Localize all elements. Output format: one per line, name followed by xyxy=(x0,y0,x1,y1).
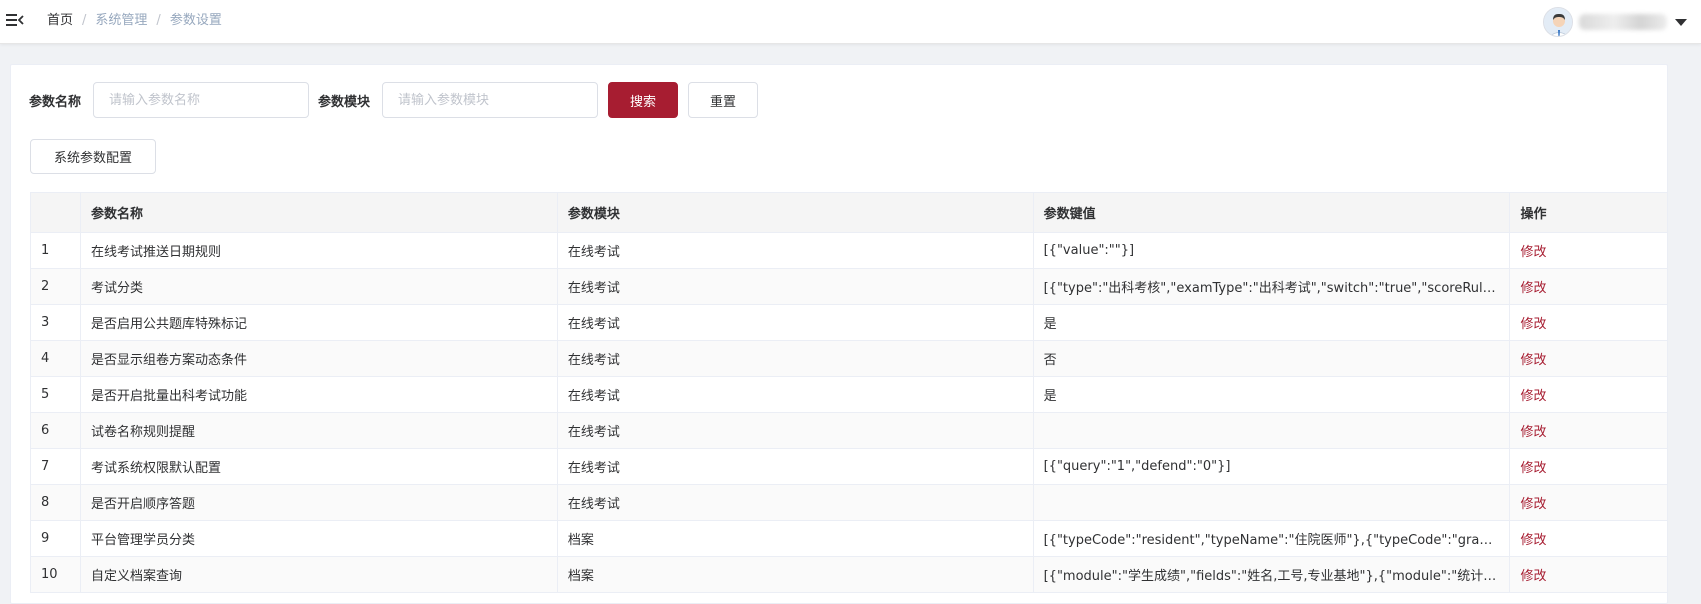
top-navbar: 首页 / 系统管理 / 参数设置 xyxy=(0,0,1701,44)
edit-link[interactable]: 修改 xyxy=(1509,232,1668,269)
param-value-cell xyxy=(1032,484,1511,521)
param-name-cell: 在线考试推送日期规则 xyxy=(80,232,558,269)
breadcrumb: 首页 / 系统管理 / 参数设置 xyxy=(47,12,222,30)
param-module-cell: 在线考试 xyxy=(556,448,1034,485)
table-row: 1 在线考试推送日期规则 在线考试 [{"value":""}] 修改 xyxy=(29,232,1668,269)
column-header-value: 参数键值 xyxy=(1032,192,1511,233)
param-module-input[interactable] xyxy=(382,82,599,118)
table-row: 7 考试系统权限默认配置 在线考试 [{"query":"1","defend"… xyxy=(29,448,1668,485)
edit-link[interactable]: 修改 xyxy=(1509,268,1668,305)
param-name-cell: 是否开启批量出科考试功能 xyxy=(80,376,558,413)
row-index: 9 xyxy=(29,520,82,557)
edit-link[interactable]: 修改 xyxy=(1509,448,1668,485)
breadcrumb-separator: / xyxy=(156,13,161,28)
table-row: 3 是否启用公共题库特殊标记 在线考试 是 修改 xyxy=(29,304,1668,341)
param-module-cell: 在线考试 xyxy=(556,232,1034,269)
param-module-cell: 档案 xyxy=(556,556,1034,593)
edit-link[interactable]: 修改 xyxy=(1509,520,1668,557)
table-row: 8 是否开启顺序答题 在线考试 修改 xyxy=(29,484,1668,521)
search-form: 参数名称 参数模块 搜索 重置 xyxy=(29,82,759,118)
param-name-cell: 试卷名称规则提醒 xyxy=(80,412,558,449)
param-value-cell: 是 xyxy=(1032,376,1511,413)
param-name-cell: 是否开启顺序答题 xyxy=(80,484,558,521)
row-index: 1 xyxy=(29,232,82,269)
param-module-cell: 档案 xyxy=(556,520,1034,557)
edit-link[interactable]: 修改 xyxy=(1509,340,1668,377)
param-value-cell xyxy=(1032,412,1511,449)
param-value-cell: [{"module":"学生成绩","fields":"姓名,工号,专业基地"}… xyxy=(1032,556,1511,593)
param-module-cell: 在线考试 xyxy=(556,412,1034,449)
system-param-config-button[interactable]: 系统参数配置 xyxy=(30,139,156,174)
column-header-module: 参数模块 xyxy=(556,192,1034,233)
param-value-cell: [{"typeCode":"resident","typeName":"住院医师… xyxy=(1032,520,1511,557)
param-module-cell: 在线考试 xyxy=(556,376,1034,413)
table-row: 10 自定义档案查询 档案 [{"module":"学生成绩","fields"… xyxy=(29,556,1668,593)
column-header-index xyxy=(29,192,82,233)
param-name-cell: 考试系统权限默认配置 xyxy=(80,448,558,485)
param-value-cell: [{"type":"出科考核","examType":"出科考试","switc… xyxy=(1032,268,1511,305)
row-index: 2 xyxy=(29,268,82,305)
username-blurred xyxy=(1579,14,1667,30)
edit-link[interactable]: 修改 xyxy=(1509,484,1668,521)
avatar[interactable] xyxy=(1543,7,1573,37)
param-module-cell: 在线考试 xyxy=(556,340,1034,377)
table-row: 4 是否显示组卷方案动态条件 在线考试 否 修改 xyxy=(29,340,1668,377)
table-row: 2 考试分类 在线考试 [{"type":"出科考核","examType":"… xyxy=(29,268,1668,305)
breadcrumb-parameter-settings: 参数设置 xyxy=(169,13,222,28)
param-name-label: 参数名称 xyxy=(29,94,82,110)
menu-toggle-icon[interactable] xyxy=(6,13,24,27)
chevron-down-icon[interactable] xyxy=(1675,18,1687,26)
content-panel: 参数名称 参数模块 搜索 重置 系统参数配置 参数名称 参数模块 参数键值 操作 xyxy=(10,64,1668,604)
table-header-row: 参数名称 参数模块 参数键值 操作 xyxy=(29,192,1668,233)
param-value-cell: 否 xyxy=(1032,340,1511,377)
param-value-cell: 是 xyxy=(1032,304,1511,341)
row-index: 4 xyxy=(29,340,82,377)
row-index: 6 xyxy=(29,412,82,449)
param-name-cell: 是否启用公共题库特殊标记 xyxy=(80,304,558,341)
param-value-cell: [{"query":"1","defend":"0"}] xyxy=(1032,448,1511,485)
row-index: 5 xyxy=(29,376,82,413)
edit-link[interactable]: 修改 xyxy=(1509,304,1668,341)
column-header-action: 操作 xyxy=(1509,192,1668,233)
param-name-cell: 自定义档案查询 xyxy=(80,556,558,593)
row-index: 8 xyxy=(29,484,82,521)
reset-button[interactable]: 重置 xyxy=(688,82,759,118)
table-row: 5 是否开启批量出科考试功能 在线考试 是 修改 xyxy=(29,376,1668,413)
breadcrumb-separator: / xyxy=(82,13,87,28)
param-module-label: 参数模块 xyxy=(318,94,371,110)
search-button[interactable]: 搜索 xyxy=(608,82,679,118)
row-index: 10 xyxy=(29,556,82,593)
param-name-input[interactable] xyxy=(93,82,310,118)
param-module-cell: 在线考试 xyxy=(556,304,1034,341)
row-index: 3 xyxy=(29,304,82,341)
breadcrumb-home[interactable]: 首页 xyxy=(47,12,73,30)
edit-link[interactable]: 修改 xyxy=(1509,412,1668,449)
param-module-cell: 在线考试 xyxy=(556,268,1034,305)
param-value-cell: [{"value":""}] xyxy=(1032,232,1511,269)
param-name-cell: 平台管理学员分类 xyxy=(80,520,558,557)
edit-link[interactable]: 修改 xyxy=(1509,376,1668,413)
param-name-cell: 考试分类 xyxy=(80,268,558,305)
table-row: 9 平台管理学员分类 档案 [{"typeCode":"resident","t… xyxy=(29,520,1668,557)
param-module-cell: 在线考试 xyxy=(556,484,1034,521)
user-menu[interactable] xyxy=(1543,6,1687,38)
breadcrumb-system-management: 系统管理 xyxy=(95,13,148,28)
row-index: 7 xyxy=(29,448,82,485)
param-name-cell: 是否显示组卷方案动态条件 xyxy=(80,340,558,377)
column-header-name: 参数名称 xyxy=(80,192,558,233)
edit-link[interactable]: 修改 xyxy=(1509,556,1668,593)
table-row: 6 试卷名称规则提醒 在线考试 修改 xyxy=(29,412,1668,449)
params-table: 参数名称 参数模块 参数键值 操作 1 在线考试推送日期规则 在线考试 [{"v… xyxy=(29,192,1668,593)
